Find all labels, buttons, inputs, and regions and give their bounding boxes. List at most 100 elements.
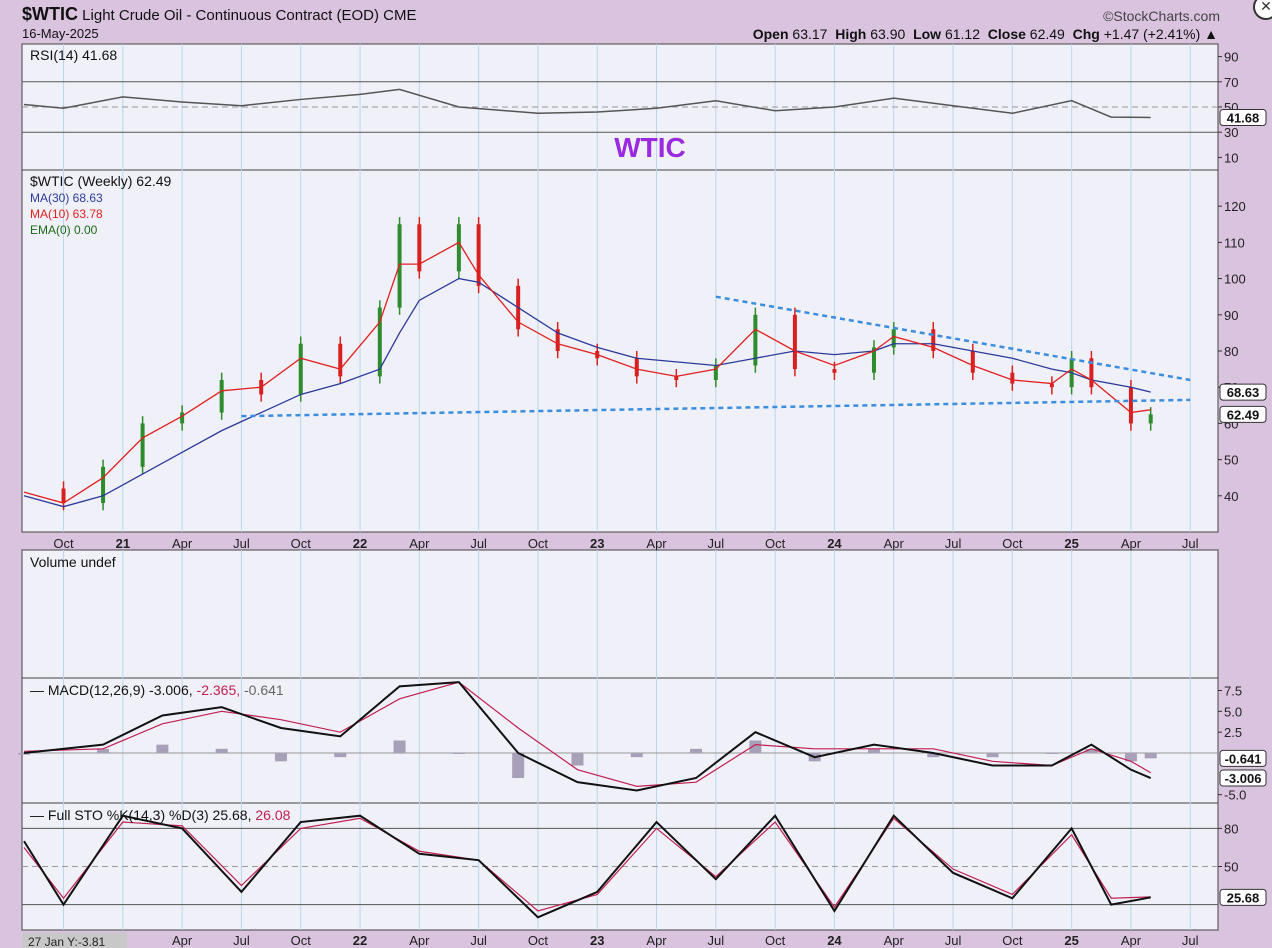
macd-tick-label: -5.0 (1224, 788, 1246, 803)
price-tick-label: 40 (1224, 489, 1238, 504)
macd-histogram-bar (452, 753, 465, 754)
rsi-tick-label: 30 (1224, 125, 1238, 140)
macd-histogram-bar (274, 753, 287, 762)
x-tick-label-bottom: Jul (233, 933, 250, 948)
x-tick-label-bottom: Oct (291, 933, 312, 948)
price-candle-body (1128, 387, 1133, 424)
price-tick-label: 50 (1224, 453, 1238, 468)
macd-tick-label: 2.5 (1224, 725, 1242, 740)
x-tick-label-bottom: 24 (827, 933, 842, 948)
x-tick-label: Jul (233, 536, 250, 551)
rsi-tick-label: 10 (1224, 150, 1238, 165)
x-tick-label-bottom: Oct (1002, 933, 1023, 948)
macd-histogram-bar (215, 748, 228, 753)
macd-histogram-bar (393, 740, 406, 753)
x-tick-label: Jul (470, 536, 487, 551)
x-tick-label: Jul (1182, 536, 1199, 551)
price-candle-body (219, 379, 224, 413)
x-tick-label: 21 (116, 536, 130, 551)
panel-vol (21, 549, 1219, 679)
macd-hist-tag: -0.641 (1225, 751, 1262, 766)
x-tick-label-bottom: Apr (646, 933, 667, 948)
x-tick-label-bottom: Jul (945, 933, 962, 948)
macd-histogram-bar (334, 753, 347, 758)
x-tick-label-bottom: Jul (708, 933, 725, 948)
rsi-value-tag: 41.68 (1227, 110, 1260, 125)
price-candle-body (298, 343, 303, 395)
price-candle-body (792, 314, 797, 370)
macd-histogram-bar (690, 748, 703, 753)
x-tick-label: Apr (409, 536, 430, 551)
price-candle-body (180, 412, 185, 424)
x-tick-label: Apr (646, 536, 667, 551)
macd-legend: — MACD(12,26,9) -3.006, -2.365, -0.641 (30, 682, 284, 698)
price-candle-body (634, 358, 639, 377)
cursor-readout: 27 Jan Y:-3.81 (28, 935, 106, 948)
x-tick-label: 22 (353, 536, 367, 551)
x-tick-label-bottom: Apr (884, 933, 905, 948)
price-candle-body (61, 488, 66, 504)
x-tick-label: Apr (1121, 536, 1142, 551)
x-tick-label: Jul (945, 536, 962, 551)
price-tick-label: 100 (1224, 272, 1246, 287)
rsi-legend: RSI(14) 41.68 (30, 47, 117, 63)
chart-watermark: WTIC (614, 132, 686, 163)
x-tick-label: Apr (172, 536, 193, 551)
price-candle-body (970, 351, 975, 373)
x-tick-label-bottom: Apr (172, 933, 193, 948)
macd-legend-hist: -0.641 (244, 682, 284, 698)
x-tick-label-bottom: 22 (353, 933, 367, 948)
macd-value-tag: -3.006 (1225, 771, 1262, 786)
x-tick-label: Jul (708, 536, 725, 551)
ma10-legend: MA(10) 63.78 (30, 207, 103, 221)
x-tick-label-bottom: 25 (1064, 933, 1078, 948)
panel-price (21, 169, 1219, 533)
ma30-legend: MA(30) 68.63 (30, 191, 103, 205)
rsi-tick-label: 70 (1224, 75, 1238, 90)
volume-legend: Volume undef (30, 554, 116, 570)
x-tick-label-bottom: Jul (1182, 933, 1199, 948)
x-tick-label-bottom: Oct (765, 933, 786, 948)
price-candle-body (1010, 372, 1015, 384)
macd-histogram-bar (1045, 753, 1058, 754)
macd-histogram-bar (571, 753, 584, 766)
price-candle-body (101, 466, 106, 504)
x-tick-label-bottom: Apr (1121, 933, 1142, 948)
macd-legend-signal: -2.365, (197, 682, 244, 698)
ma30-value-tag: 68.63 (1227, 385, 1260, 400)
x-tick-label: Apr (884, 536, 905, 551)
price-tick-label: 80 (1224, 344, 1238, 359)
price-tick-label: 110 (1224, 235, 1245, 250)
x-tick-label: Oct (528, 536, 549, 551)
x-tick-label: 24 (827, 536, 842, 551)
x-tick-label: Oct (765, 536, 786, 551)
sto-tick-label: 50 (1224, 860, 1238, 875)
x-tick-label: Oct (53, 536, 74, 551)
x-tick-label-bottom: 23 (590, 933, 604, 948)
macd-tick-label: 7.5 (1224, 684, 1242, 699)
price-candle-body (338, 343, 343, 377)
x-tick-label: Oct (1002, 536, 1023, 551)
sto-legend-d: 26.08 (255, 807, 290, 823)
macd-tick-label: 5.0 (1224, 704, 1242, 719)
x-tick-label: 23 (590, 536, 604, 551)
price-tick-label: 90 (1224, 308, 1238, 323)
macd-histogram-bar (630, 753, 643, 758)
x-tick-label-bottom: Oct (528, 933, 549, 948)
price-candle-body (832, 369, 837, 373)
chart-canvas: Oct 21 Apr Jul Oct 22 Apr Jul Oct 23 Apr Jul Oct 24 Ap… (18, 43, 1267, 948)
sto-legend-name: — Full STO %K(14,3) %D(3) 25.68, (30, 807, 255, 823)
macd-histogram-bar (512, 753, 525, 778)
macd-histogram-bar (867, 748, 880, 753)
ema-legend: EMA(0) 0.00 (30, 223, 98, 237)
price-candle-body (1148, 414, 1153, 424)
x-tick-label-bottom: Apr (409, 933, 430, 948)
close-value-tag: 62.49 (1227, 407, 1260, 422)
price-candle-body (140, 423, 145, 467)
sto-value-tag: 25.68 (1227, 890, 1260, 905)
macd-legend-value: -3.006, (149, 682, 196, 698)
rsi-tick-label: 90 (1224, 50, 1238, 65)
macd-histogram-bar (1144, 753, 1157, 759)
macd-histogram-bar (156, 744, 169, 753)
x-tick-label-bottom: Jul (470, 933, 487, 948)
